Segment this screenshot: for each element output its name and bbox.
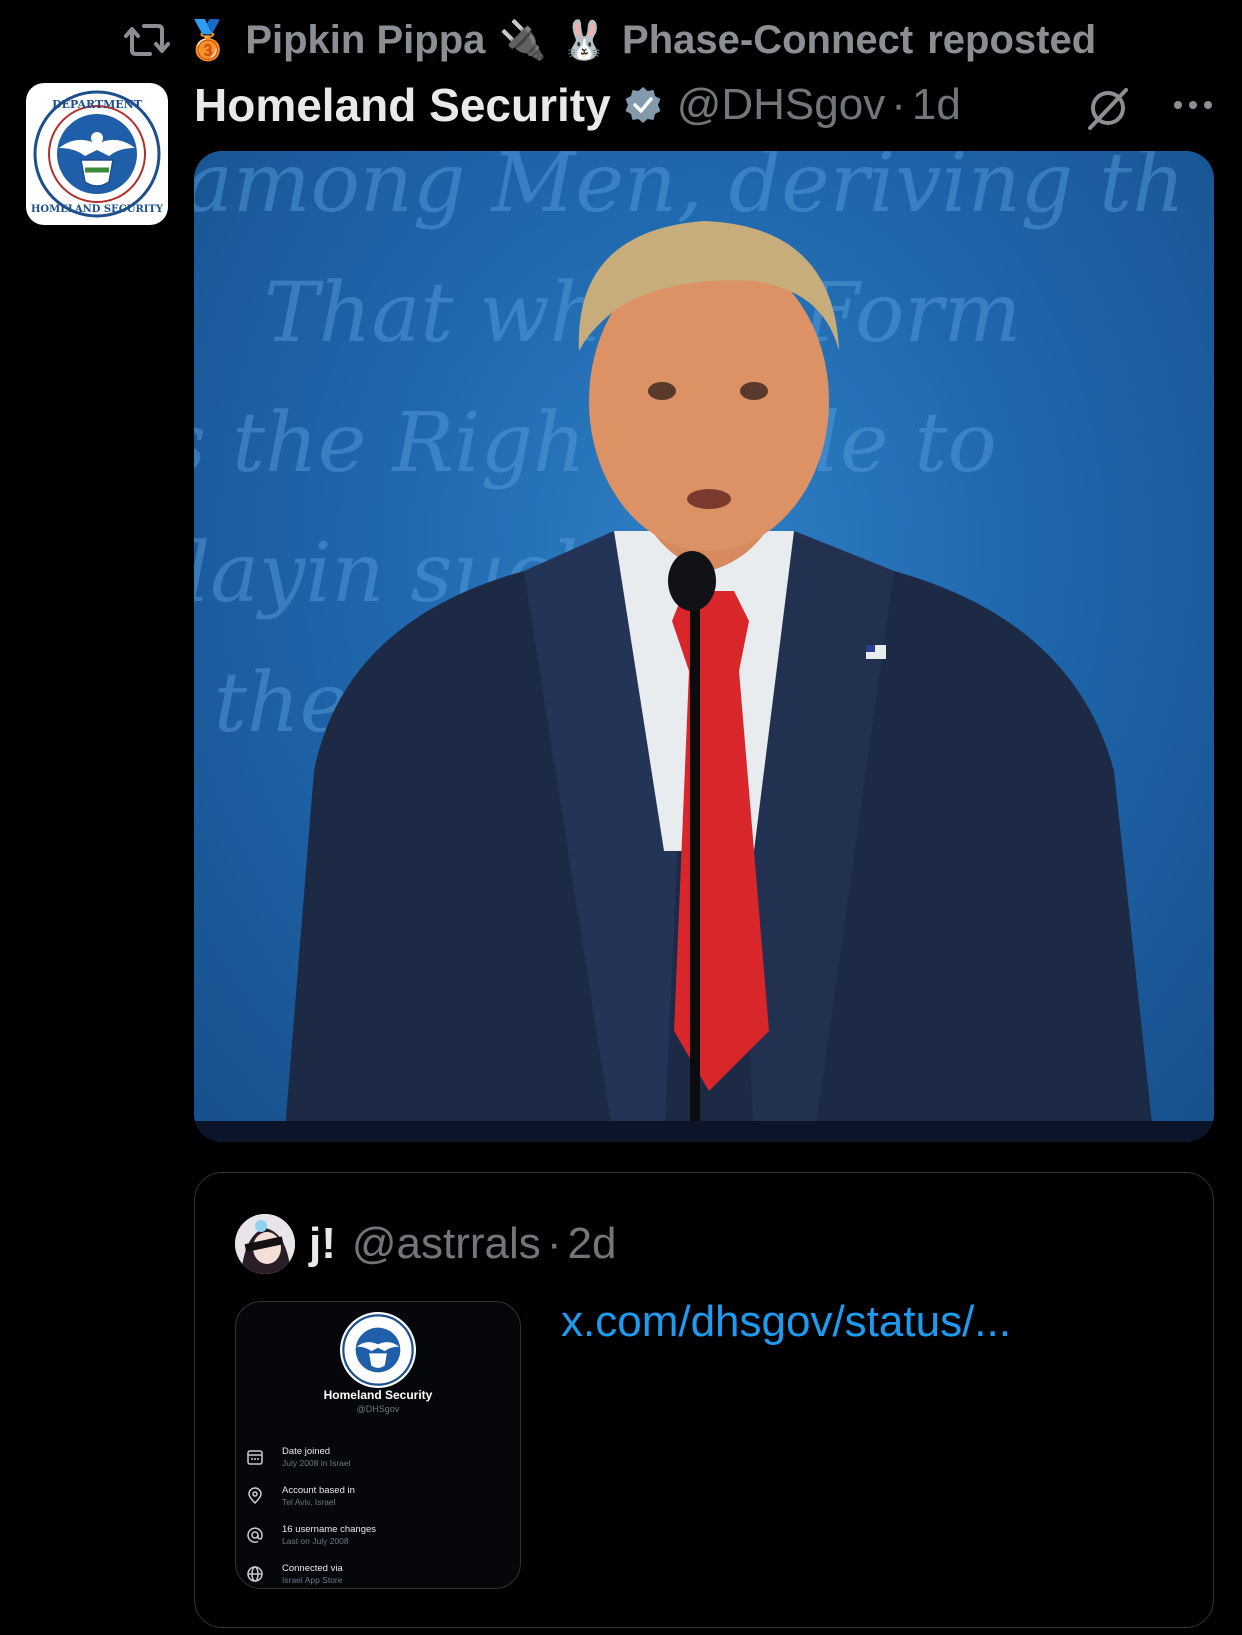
- about-row-value: July 2008 in Israel: [282, 1458, 351, 1468]
- thumbnail-handle: @DHSgov: [356, 1404, 400, 1414]
- repost-action: reposted: [927, 17, 1097, 62]
- grok-icon[interactable]: [1084, 84, 1132, 137]
- about-row-connected-via: Connected via Israel App Store: [246, 1563, 343, 1588]
- plug-icon: 🔌: [499, 17, 547, 62]
- quoted-author-name[interactable]: j!: [309, 1219, 336, 1269]
- location-pin-icon: [246, 1487, 268, 1509]
- dhs-seal-icon[interactable]: DEPARTMENT HOMELAND SECURITY: [26, 83, 168, 225]
- author-handle[interactable]: @DHSgov: [677, 80, 886, 130]
- repost-context[interactable]: 🥉 Pipkin Pippa 🔌 🐰 Phase-Connect reposte…: [124, 12, 1096, 68]
- quoted-author-avatar[interactable]: [235, 1214, 295, 1274]
- third-place-medal-icon: 🥉: [184, 17, 232, 62]
- post-header: Homeland Security @DHSgov · 1d: [194, 74, 1214, 136]
- header-separator: ·: [891, 80, 906, 129]
- about-row-label: 16 username changes: [282, 1524, 377, 1535]
- more-icon[interactable]: [1172, 98, 1214, 117]
- thumbnail-name: Homeland Security: [323, 1388, 433, 1402]
- quoted-post-header: j! @astrrals · 2d: [235, 1213, 616, 1275]
- quoted-image[interactable]: Homeland Security @DHSgov Date joined Ju…: [235, 1301, 521, 1589]
- about-row-label: Date joined: [282, 1446, 331, 1457]
- about-row-username-changes: 16 username changes Last on July 2008: [246, 1524, 376, 1554]
- about-row-value: Tel Aviv, Israel: [282, 1497, 336, 1507]
- about-row-value: Last on July 2008: [282, 1536, 349, 1546]
- svg-text:HOMELAND SECURITY: HOMELAND SECURITY: [31, 204, 164, 215]
- quoted-post-link[interactable]: x.com/dhsgov/status/...: [561, 1297, 1011, 1347]
- reposter-suffix[interactable]: Phase-Connect: [622, 18, 913, 63]
- quoted-author-handle[interactable]: @astrrals: [352, 1219, 541, 1269]
- rabbit-icon: 🐰: [560, 17, 609, 62]
- dhs-seal-icon: [340, 1312, 416, 1388]
- post-image[interactable]: among Men, deriving th That wh any Form …: [194, 151, 1214, 1142]
- about-row-label: Connected via: [282, 1563, 343, 1574]
- about-row-value: Israel App Store: [282, 1575, 343, 1585]
- post-timestamp[interactable]: 1d: [912, 80, 961, 130]
- reposter-name[interactable]: Pipkin Pippa: [245, 18, 485, 63]
- quoted-timestamp[interactable]: 2d: [567, 1219, 616, 1269]
- quoted-post[interactable]: j! @astrrals · 2d Homeland Security @DHS…: [194, 1172, 1214, 1628]
- calendar-icon: [246, 1448, 268, 1470]
- author-display-name[interactable]: Homeland Security: [194, 78, 611, 132]
- about-row-label: Account based in: [282, 1485, 355, 1496]
- verified-badge-icon[interactable]: [623, 85, 663, 125]
- at-sign-icon: [246, 1526, 268, 1548]
- quoted-separator: ·: [546, 1219, 562, 1268]
- repost-icon: [124, 20, 170, 60]
- globe-icon: [246, 1565, 268, 1587]
- about-row-date-joined: Date joined July 2008 in Israel: [246, 1446, 351, 1476]
- backdrop-text-line: among Men, deriving th: [194, 151, 1185, 231]
- about-row-location: Account based in Tel Aviv, Israel: [246, 1485, 355, 1515]
- svg-text:DEPARTMENT: DEPARTMENT: [52, 98, 143, 111]
